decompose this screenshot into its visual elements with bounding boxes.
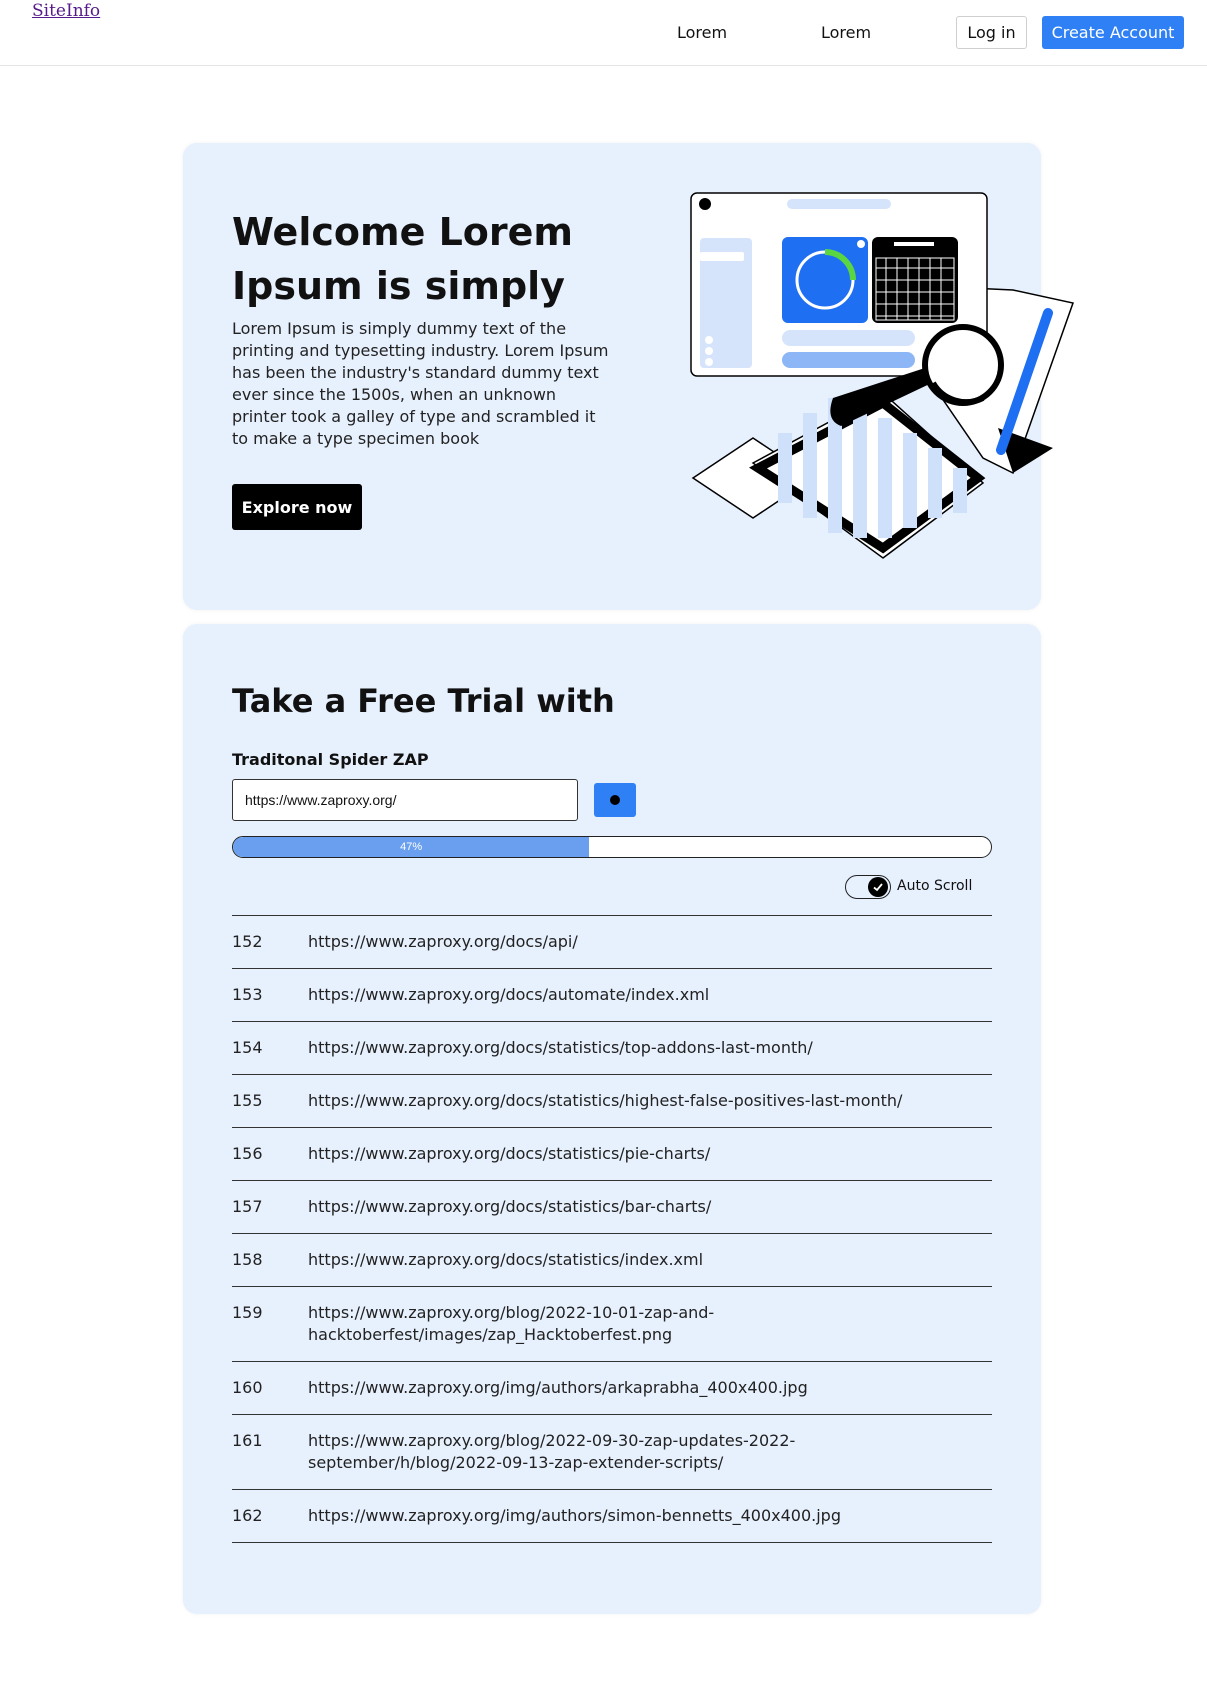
result-index: 162 xyxy=(232,1506,263,1525)
result-url: https://www.zaproxy.org/docs/statistics/… xyxy=(308,1038,813,1057)
result-url: https://www.zaproxy.org/docs/statistics/… xyxy=(308,1091,903,1110)
nav-link-lorem-1[interactable]: Lorem xyxy=(677,23,727,42)
free-trial-card: Take a Free Trial with Traditonal Spider… xyxy=(183,624,1041,1614)
result-row: 152 https://www.zaproxy.org/docs/api/ xyxy=(232,916,992,969)
auto-scroll-toggle[interactable] xyxy=(845,875,891,899)
hero-title: Welcome Lorem Ipsum is simply xyxy=(232,210,574,308)
result-index: 158 xyxy=(232,1250,263,1269)
nav-link-lorem-2[interactable]: Lorem xyxy=(821,23,871,42)
result-row: 157 https://www.zaproxy.org/docs/statisti… xyxy=(232,1181,992,1234)
hero-description: Lorem Ipsum is simply dummy text of the … xyxy=(232,319,609,448)
auto-scroll-label: Auto Scroll xyxy=(897,878,973,894)
hero-card: Welcome Lorem Ipsum is simply Lorem Ipsu… xyxy=(183,143,1074,610)
explore-now-button[interactable]: Explore now xyxy=(232,484,362,530)
result-url: https://www.zaproxy.org/docs/automate/in… xyxy=(308,985,710,1004)
result-url: https://www.zaproxy.org/blog/2022-10-01-… xyxy=(308,1303,715,1344)
url-input[interactable] xyxy=(232,779,578,821)
result-url: https://www.zaproxy.org/img/authors/simo… xyxy=(308,1506,841,1525)
top-navigation-bar: SiteInfo Lorem Lorem Log in Create Accou… xyxy=(0,0,1207,66)
record-dot-icon xyxy=(610,795,620,805)
result-row: 160 https://www.zaproxy.org/img/authors/a… xyxy=(232,1362,992,1415)
progress-fill: 47% xyxy=(233,837,590,857)
result-url: https://www.zaproxy.org/blog/2022-09-30-… xyxy=(308,1431,796,1472)
result-row: 154 https://www.zaproxy.org/docs/statisti… xyxy=(232,1022,992,1075)
toggle-knob xyxy=(868,877,888,897)
result-row: 156 https://www.zaproxy.org/docs/statisti… xyxy=(232,1128,992,1181)
result-row: 161 https://www.zaproxy.org/blog/2022-09-… xyxy=(232,1415,992,1490)
result-row: 153 https://www.zaproxy.org/docs/automate… xyxy=(232,969,992,1022)
crawl-results-list: 152 https://www.zaproxy.org/docs/api/153 h… xyxy=(232,915,992,1543)
scan-progress-bar: 47% xyxy=(232,836,992,858)
result-url: https://www.zaproxy.org/docs/statistics/… xyxy=(308,1197,712,1216)
result-index: 161 xyxy=(232,1431,263,1450)
result-index: 152 xyxy=(232,932,263,951)
start-scan-button[interactable] xyxy=(594,783,636,817)
result-row: 158 https://www.zaproxy.org/docs/statisti… xyxy=(232,1234,992,1287)
result-url: https://www.zaproxy.org/docs/statistics/… xyxy=(308,1144,711,1163)
result-index: 156 xyxy=(232,1144,263,1163)
result-row: 159 https://www.zaproxy.org/blog/2022-10-… xyxy=(232,1287,992,1362)
result-row: 155 https://www.zaproxy.org/docs/statisti… xyxy=(232,1075,992,1128)
result-index: 155 xyxy=(232,1091,263,1110)
result-index: 154 xyxy=(232,1038,263,1057)
analytics-illustration xyxy=(690,192,1074,559)
spider-field-label: Traditonal Spider ZAP xyxy=(232,750,429,769)
result-row: 162 https://www.zaproxy.org/img/authors/s… xyxy=(232,1490,992,1543)
trial-title: Take a Free Trial with xyxy=(232,682,615,720)
checkmark-icon xyxy=(873,883,883,892)
result-url: https://www.zaproxy.org/img/authors/arka… xyxy=(308,1378,808,1397)
site-logo-link[interactable]: SiteInfo xyxy=(32,1,100,21)
create-account-button[interactable]: Create Account xyxy=(1042,16,1184,49)
result-index: 157 xyxy=(232,1197,263,1216)
result-index: 160 xyxy=(232,1378,263,1397)
result-index: 153 xyxy=(232,985,263,1004)
result-url: https://www.zaproxy.org/docs/statistics/… xyxy=(308,1250,704,1269)
result-index: 159 xyxy=(232,1303,263,1322)
login-button[interactable]: Log in xyxy=(956,16,1027,49)
result-url: https://www.zaproxy.org/docs/api/ xyxy=(308,932,578,951)
progress-percent-label: 47% xyxy=(400,841,423,853)
